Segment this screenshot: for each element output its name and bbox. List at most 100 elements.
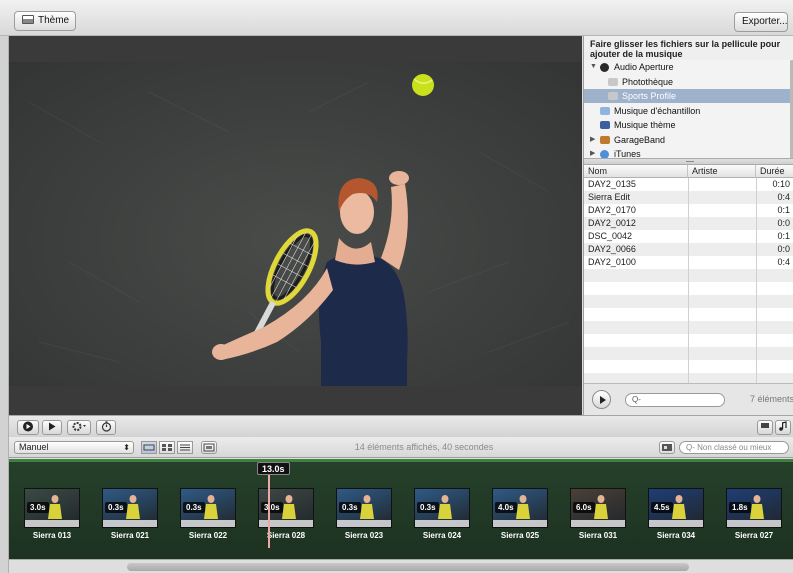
- filmstrip-toolbar: Manuel ⬍ 14 éléments affichés, 40 second…: [9, 437, 793, 458]
- track-count: 7 éléments: [749, 394, 793, 404]
- filmstrip-clip[interactable]: 3.0s: [258, 488, 314, 528]
- filmstrip-clip[interactable]: 3.0s: [24, 488, 80, 528]
- play-circle-icon: [23, 421, 33, 432]
- track-duration: 0:1: [777, 231, 790, 241]
- image-browser-icon: [662, 444, 672, 451]
- tree-item[interactable]: ▶ GarageBand: [584, 133, 790, 147]
- filmstrip: 3.0s Sierra 013 0.3s Sierra 021 0.3s Sierra 0…: [9, 459, 793, 559]
- clip-duration: 1.8s: [729, 502, 751, 513]
- tree-item[interactable]: Sports Profile: [584, 89, 790, 103]
- tree-item[interactable]: ▼ Audio Aperture: [584, 60, 790, 74]
- disclosure-closed-icon[interactable]: ▶: [590, 133, 595, 147]
- theme-button[interactable]: Thème: [14, 11, 76, 31]
- browser-instruction: Faire glisser les fichiers sur la pellic…: [590, 39, 781, 59]
- filmstrip-clip[interactable]: 1.8s: [726, 488, 782, 528]
- track-name: DAY2_0100: [588, 257, 636, 267]
- tree-item-label: Photothèque: [622, 76, 674, 87]
- library-icon: [608, 77, 618, 86]
- track-duration: 0:4: [777, 257, 790, 267]
- sort-mode-select[interactable]: Manuel ⬍: [14, 441, 134, 454]
- timer-button[interactable]: [96, 420, 116, 435]
- filmstrip-clip[interactable]: 4.0s: [492, 488, 548, 528]
- settings-menu-button[interactable]: [67, 420, 91, 435]
- scrollbar-thumb[interactable]: [127, 563, 689, 571]
- filmstrip-clip[interactable]: 0.3s: [102, 488, 158, 528]
- grid-view-icon: [162, 444, 172, 451]
- tree-item-label: GarageBand: [614, 134, 666, 145]
- clip-duration: 4.5s: [651, 502, 673, 513]
- column-duration[interactable]: Durée: [756, 165, 793, 178]
- tree-item[interactable]: Musique thème: [584, 118, 790, 132]
- filmstrip-view-icon: [143, 444, 155, 451]
- slide-icon: [203, 443, 215, 452]
- tree-item[interactable]: Musique d'échantillon: [584, 104, 790, 118]
- track-name: DAY2_0012: [588, 218, 636, 228]
- disclosure-open-icon[interactable]: ▼: [590, 60, 597, 74]
- browser-toggle-button[interactable]: [659, 441, 675, 454]
- library-icon: [608, 92, 618, 100]
- clip-label: Sierra 013: [32, 531, 72, 540]
- track-duration: 0:1: [777, 205, 790, 215]
- column-divider: [756, 178, 757, 383]
- filmstrip-clip[interactable]: 0.3s: [336, 488, 392, 528]
- music-folder-icon: [600, 106, 610, 115]
- select-arrows-icon: ⬍: [123, 443, 130, 452]
- column-name[interactable]: Nom: [584, 165, 688, 178]
- clip-label: Sierra 025: [500, 531, 540, 540]
- track-name: DAY2_0135: [588, 179, 636, 189]
- preview-photo: [9, 62, 582, 386]
- view-photos-button[interactable]: [757, 420, 773, 435]
- view-list-button[interactable]: [177, 441, 193, 454]
- view-music-button[interactable]: [775, 420, 791, 435]
- media-browser: Faire glisser les fichiers sur la pellic…: [583, 36, 793, 415]
- filmstrip-clip[interactable]: 0.3s: [414, 488, 470, 528]
- tree-item-label: Musique thème: [614, 120, 676, 130]
- photo-icon: [761, 423, 769, 428]
- view-filmstrip-button[interactable]: [141, 441, 157, 454]
- filmstrip-clips: 3.0s Sierra 013 0.3s Sierra 021 0.3s Sierra 0…: [9, 462, 793, 559]
- track-name: DAY2_0170: [588, 205, 636, 215]
- play-button[interactable]: [42, 420, 62, 435]
- view-grid-button[interactable]: [159, 441, 175, 454]
- list-view-icon: [180, 444, 190, 451]
- rating-filter-field[interactable]: Q- Non classé ou mieux: [679, 441, 789, 454]
- track-name: DSC_0042: [588, 231, 633, 241]
- music-search-field[interactable]: Q-: [625, 393, 725, 407]
- left-edge: [0, 36, 9, 573]
- photo-viewer: [9, 36, 582, 415]
- tree-item-label: Audio Aperture: [614, 62, 674, 72]
- column-artist[interactable]: Artiste: [688, 165, 756, 178]
- play-fullscreen-button[interactable]: [17, 420, 39, 435]
- slide-options-button[interactable]: [201, 441, 217, 454]
- filmstrip-clip[interactable]: 4.5s: [648, 488, 704, 528]
- track-name: Sierra Edit: [588, 192, 631, 202]
- track-duration: 0:10: [772, 179, 790, 189]
- clip-label: Sierra 034: [656, 531, 696, 540]
- clip-label: Sierra 023: [344, 531, 384, 540]
- clip-duration: 0.3s: [339, 502, 361, 513]
- items-status: 14 éléments affichés, 40 secondes: [354, 442, 494, 452]
- track-table-header: Nom Artiste Durée: [584, 165, 793, 178]
- theme-music-icon: [600, 121, 610, 129]
- filmstrip-clip[interactable]: 6.0s: [570, 488, 626, 528]
- filmstrip-clip[interactable]: 0.3s: [180, 488, 236, 528]
- theme-button-label: Thème: [38, 15, 70, 26]
- clip-duration: 6.0s: [573, 502, 595, 513]
- clip-label: Sierra 022: [188, 531, 228, 540]
- filmstrip-scrollbar[interactable]: [9, 559, 793, 573]
- track-duration: 0:0: [777, 244, 790, 254]
- clip-label: Sierra 028: [266, 531, 306, 540]
- track-duration: 0:0: [777, 218, 790, 228]
- clip-duration: 0.3s: [183, 502, 205, 513]
- stopwatch-icon: [101, 421, 111, 432]
- theme-icon: [22, 15, 34, 24]
- export-button[interactable]: Exporter...: [734, 12, 788, 32]
- clip-duration: 3.0s: [27, 502, 49, 513]
- tree-item[interactable]: Photothèque: [584, 75, 790, 89]
- preview-play-button[interactable]: [592, 390, 611, 409]
- panel-splitter[interactable]: [584, 158, 793, 165]
- clip-duration: 4.0s: [495, 502, 517, 513]
- slideshow-editor-window: Thème Exporter... Faire glisser les fich…: [0, 0, 793, 573]
- clip-label: Sierra 027: [734, 531, 774, 540]
- tennis-player-image: [28, 74, 570, 386]
